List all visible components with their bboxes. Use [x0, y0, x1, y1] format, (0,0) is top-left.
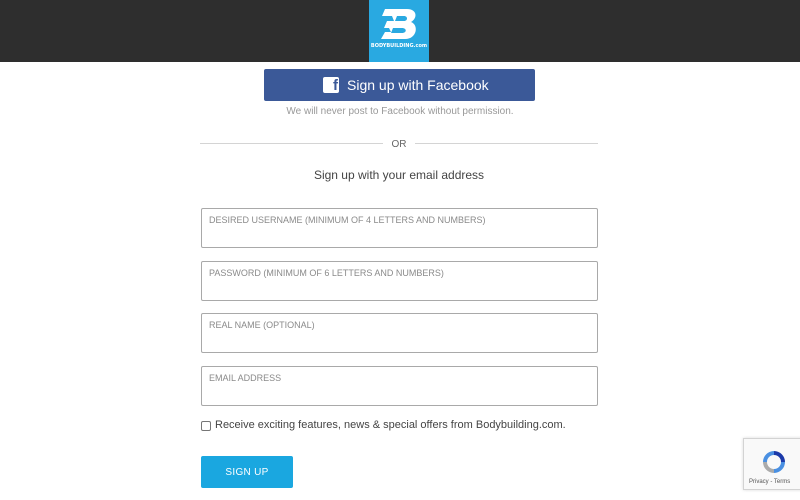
email-signup-heading: Sign up with your email address	[313, 168, 485, 182]
username-field[interactable]: DESIRED USERNAME (MINIMUM OF 4 LETTERS A…	[201, 208, 598, 248]
password-input[interactable]	[208, 281, 588, 297]
bodybuilding-logo[interactable]: BODYBUILDING.com	[369, 0, 429, 62]
newsletter-checkbox[interactable]	[201, 421, 211, 431]
logo-wordmark: BODYBUILDING.com	[370, 43, 428, 49]
username-input[interactable]	[208, 228, 588, 244]
password-label: PASSWORD (MINIMUM OF 6 LETTERS AND NUMBE…	[209, 268, 444, 278]
email-field[interactable]: EMAIL ADDRESS	[201, 366, 598, 406]
or-separator: OR	[391, 139, 407, 150]
recaptcha-icon	[763, 451, 785, 473]
logo-b-icon	[381, 9, 416, 39]
real-name-label: REAL NAME (OPTIONAL)	[209, 320, 315, 330]
email-label: EMAIL ADDRESS	[209, 373, 282, 383]
recaptcha-badge[interactable]: Privacy - Terms	[743, 438, 800, 490]
recaptcha-links[interactable]: Privacy - Terms	[749, 479, 790, 485]
divider-left	[200, 143, 383, 144]
facebook-button-label: Sign up with Facebook	[347, 77, 489, 93]
facebook-icon: f	[323, 77, 339, 94]
facebook-signup-button[interactable]: f Sign up with Facebook	[264, 69, 535, 101]
real-name-field[interactable]: REAL NAME (OPTIONAL)	[201, 313, 598, 353]
sign-up-button[interactable]: SIGN UP	[201, 456, 293, 488]
username-label: DESIRED USERNAME (MINIMUM OF 4 LETTERS A…	[209, 215, 486, 225]
top-bar: BODYBUILDING.com	[0, 0, 800, 62]
divider-right	[415, 143, 598, 144]
real-name-input[interactable]	[208, 333, 588, 349]
facebook-disclaimer: We will never post to Facebook without p…	[286, 106, 514, 117]
email-input[interactable]	[208, 386, 588, 402]
password-field[interactable]: PASSWORD (MINIMUM OF 6 LETTERS AND NUMBE…	[201, 261, 598, 301]
newsletter-label[interactable]: Receive exciting features, news & specia…	[215, 419, 566, 431]
